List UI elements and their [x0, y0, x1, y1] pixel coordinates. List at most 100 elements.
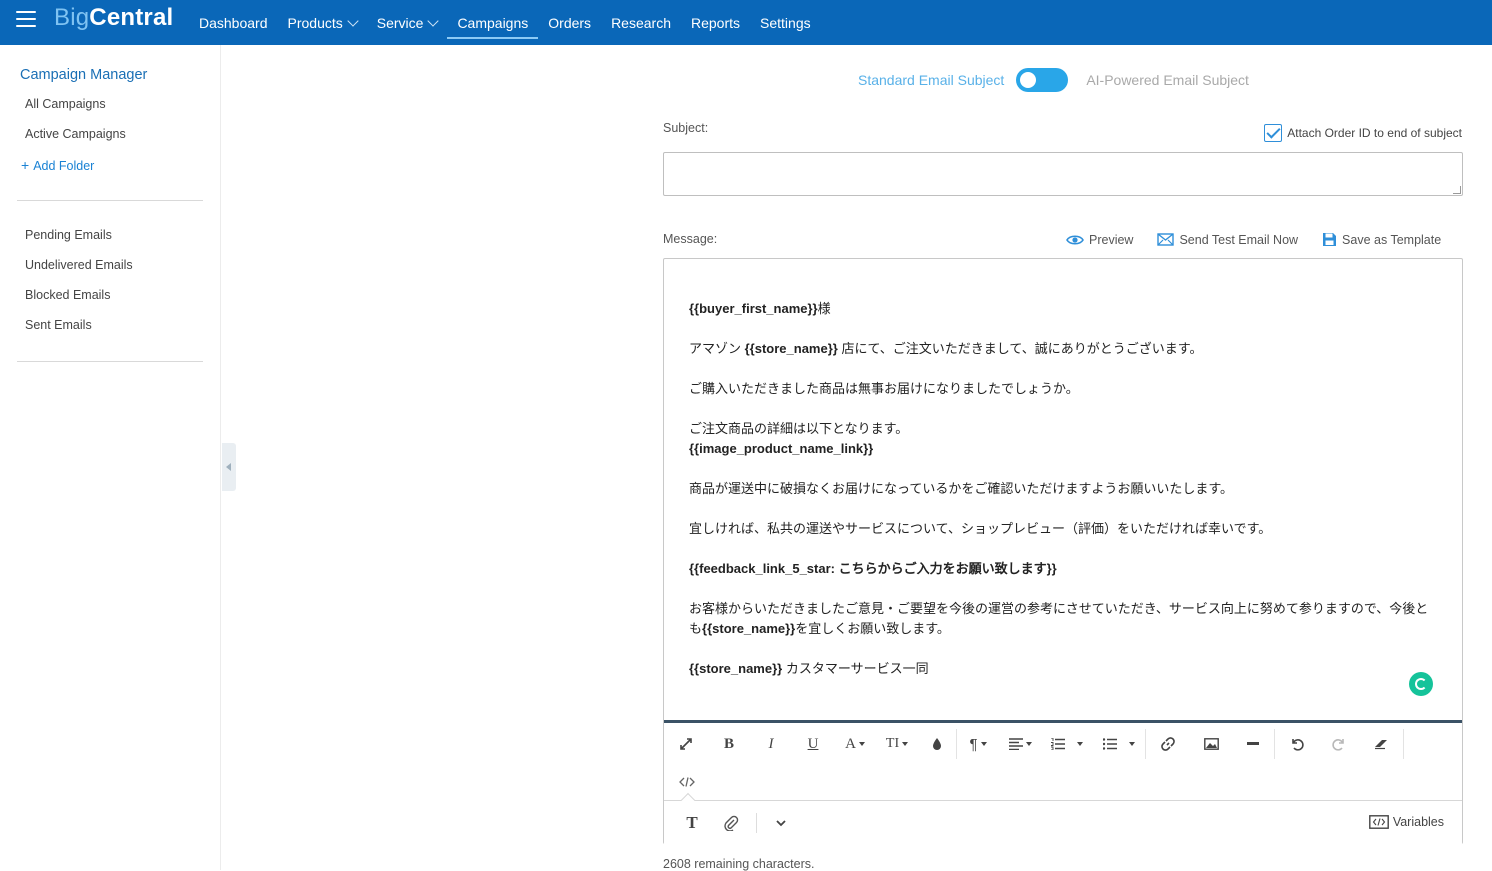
- align-left-icon: [1008, 738, 1023, 750]
- image-icon[interactable]: [1190, 726, 1232, 762]
- message-text: 宜しければ、私共の運送やサービスについて、ショップレビュー（評価）をいただければ…: [689, 521, 1272, 536]
- floppy-disk-icon: [1323, 233, 1337, 246]
- sidebar-item-sent-emails[interactable]: Sent Emails: [25, 318, 92, 332]
- template-variable: {{feedback_link_5_star: こちらからご入力をお願い致します…: [689, 561, 1057, 576]
- bold-button[interactable]: B: [708, 726, 750, 762]
- font-color-button[interactable]: A: [834, 726, 876, 762]
- bottom-bar-divider: [756, 813, 757, 833]
- message-paragraph: ご注文商品の詳細は以下となります。 {{image_product_name_li…: [689, 419, 1439, 459]
- template-variable: {{store_name}}: [689, 661, 783, 676]
- undo-icon[interactable]: [1275, 726, 1319, 762]
- sidebar-item-undelivered-emails[interactable]: Undelivered Emails: [25, 258, 133, 272]
- message-paragraph: {{feedback_link_5_star: こちらからご入力をお願い致します…: [689, 559, 1439, 579]
- save-as-template-label: Save as Template: [1342, 232, 1442, 247]
- align-button[interactable]: [999, 726, 1041, 762]
- template-variable: {{buyer_first_name}}: [689, 301, 818, 316]
- sidebar: Campaign Manager All Campaigns Active Ca…: [0, 45, 221, 870]
- sidebar-item-all-campaigns[interactable]: All Campaigns: [25, 97, 106, 111]
- add-folder-link[interactable]: + Add Folder: [21, 157, 94, 173]
- message-body-editable[interactable]: {{buyer_first_name}}様アマゾン {{store_name}}…: [689, 299, 1439, 699]
- nav-label: Service: [376, 14, 424, 31]
- chevron-down-icon[interactable]: [768, 805, 794, 841]
- nav-item-products[interactable]: Products: [278, 0, 367, 45]
- nav-item-campaigns[interactable]: Campaigns: [447, 0, 539, 45]
- toolbar-row-1: B I U A TI ¶: [664, 726, 1404, 762]
- nav-item-orders[interactable]: Orders: [538, 0, 601, 45]
- italic-button[interactable]: I: [750, 726, 792, 762]
- preview-button[interactable]: Preview: [1066, 232, 1133, 247]
- attach-order-id-label: Attach Order ID to end of subject: [1287, 126, 1462, 140]
- message-text: アマゾン: [689, 341, 745, 356]
- envelope-icon: [1157, 233, 1175, 246]
- message-paragraph: 宜しければ、私共の運送やサービスについて、ショップレビュー（評価）をいただければ…: [689, 519, 1439, 539]
- plus-icon: +: [21, 157, 30, 173]
- remaining-characters: 2608 remaining characters.: [663, 857, 815, 871]
- sidebar-title: Campaign Manager: [20, 67, 148, 83]
- font-size-button[interactable]: TI: [876, 726, 918, 762]
- font-color-label: A: [845, 735, 856, 752]
- unordered-list-icon: [1103, 738, 1117, 750]
- message-text: 商品が運送中に破損なくお届けになっているかをご確認いただけますようお願いいたしま…: [689, 481, 1234, 496]
- message-editor: {{buyer_first_name}}様アマゾン {{store_name}}…: [663, 258, 1463, 844]
- attach-order-id-option[interactable]: Attach Order ID to end of subject: [1264, 124, 1462, 142]
- chevron-down-icon: [347, 14, 359, 27]
- message-text: ご注文商品の詳細は以下となります。: [689, 421, 909, 436]
- message-text: ご購入いただきました商品は無事お届けになりましたでしょうか。: [689, 381, 1079, 396]
- sidebar-item-blocked-emails[interactable]: Blocked Emails: [25, 288, 110, 302]
- editor-toolbar: B I U A TI ¶: [664, 720, 1462, 800]
- nav-item-reports[interactable]: Reports: [681, 0, 750, 45]
- unordered-list-button[interactable]: [1093, 726, 1145, 762]
- main-nav: Dashboard Products Service Campaigns Orders R…: [189, 0, 821, 45]
- message-paragraph: {{store_name}} カスタマーサービス一同: [689, 659, 1439, 679]
- sidebar-item-active-campaigns[interactable]: Active Campaigns: [25, 127, 126, 141]
- text-tab-button[interactable]: T: [678, 805, 706, 841]
- variables-button[interactable]: Variables: [1368, 815, 1444, 829]
- subject-mode-toggle[interactable]: [1016, 68, 1069, 92]
- ai-subject-label[interactable]: AI-Powered Email Subject: [1086, 72, 1249, 88]
- nav-item-research[interactable]: Research: [601, 0, 681, 45]
- ordered-list-button[interactable]: [1041, 726, 1093, 762]
- subject-label: Subject:: [663, 121, 709, 135]
- variables-label: Variables: [1392, 815, 1444, 829]
- resize-grip[interactable]: [1453, 186, 1461, 194]
- nav-item-service[interactable]: Service: [367, 0, 448, 45]
- message-text: を宜しくお願い致します。: [795, 621, 950, 636]
- message-paragraph: 商品が運送中に破損なくお届けになっているかをご確認いただけますようお願いいたしま…: [689, 479, 1439, 499]
- pilcrow-icon: ¶: [969, 735, 978, 753]
- eraser-icon[interactable]: [1359, 726, 1403, 762]
- sidebar-divider: [17, 361, 203, 362]
- app-logo[interactable]: BigCentral: [54, 4, 173, 32]
- redo-icon[interactable]: [1319, 726, 1359, 762]
- nav-label: Orders: [548, 14, 592, 31]
- save-as-template-button[interactable]: Save as Template: [1322, 232, 1441, 247]
- sidebar-collapse-handle[interactable]: [222, 443, 236, 491]
- paragraph-format-button[interactable]: ¶: [957, 726, 999, 762]
- menu-icon[interactable]: [16, 11, 36, 27]
- chevron-down-icon: [427, 14, 440, 27]
- font-size-label: TI: [885, 736, 900, 751]
- send-test-email-label: Send Test Email Now: [1179, 232, 1299, 247]
- link-icon[interactable]: [1146, 726, 1190, 762]
- top-navigation-bar: BigCentral Dashboard Products Service Campa…: [0, 0, 1492, 45]
- standard-subject-label[interactable]: Standard Email Subject: [858, 72, 1004, 88]
- subject-input[interactable]: [663, 152, 1463, 196]
- editor-bottom-bar: T Variables: [664, 792, 1462, 844]
- message-paragraph: {{buyer_first_name}}様: [689, 299, 1439, 319]
- nav-item-settings[interactable]: Settings: [750, 0, 821, 45]
- attachment-icon[interactable]: [716, 805, 746, 841]
- fullscreen-icon[interactable]: [664, 726, 708, 762]
- subject-mode-toggle-row: Standard Email Subject AI-Powered Email …: [858, 68, 1249, 92]
- attach-order-id-checkbox[interactable]: [1264, 124, 1283, 142]
- sidebar-item-pending-emails[interactable]: Pending Emails: [25, 228, 112, 242]
- grammarly-icon[interactable]: [1409, 672, 1433, 696]
- underline-button[interactable]: U: [792, 726, 834, 762]
- nav-label: Campaigns: [457, 14, 529, 31]
- message-text: 様: [817, 301, 831, 316]
- color-drop-icon[interactable]: [918, 726, 956, 762]
- message-text: 店にて、ご注文いただきまして、誠にありがとうございます。: [837, 341, 1203, 356]
- nav-item-dashboard[interactable]: Dashboard: [189, 0, 278, 45]
- nav-label: Products: [287, 14, 343, 31]
- message-label: Message:: [663, 232, 718, 246]
- send-test-email-button[interactable]: Send Test Email Now: [1157, 232, 1298, 247]
- horizontal-line-icon[interactable]: [1232, 726, 1274, 762]
